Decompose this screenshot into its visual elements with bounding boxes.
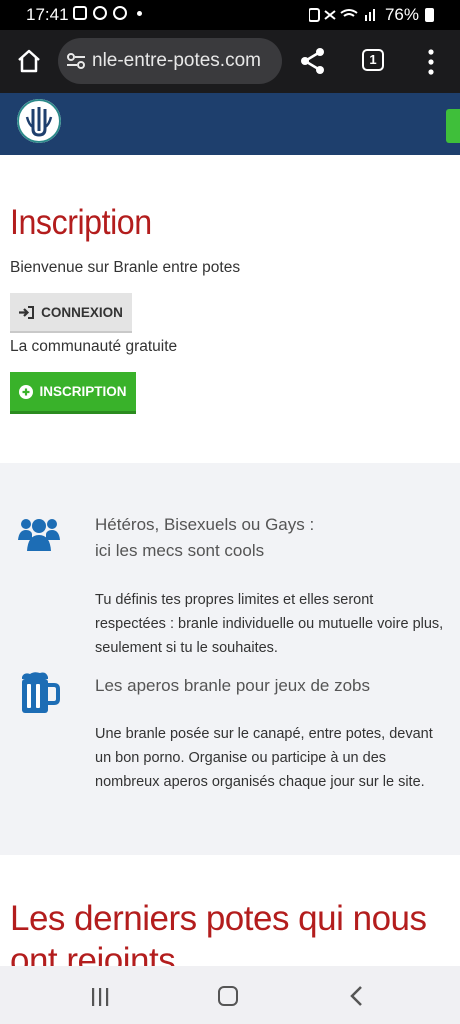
share-icon[interactable] <box>300 47 326 75</box>
status-bar: 17:41 76% <box>0 0 460 30</box>
page-title: Inscription <box>10 203 152 242</box>
browser-toolbar: nle-entre-potes.com 1 <box>0 30 460 93</box>
sim-icon <box>113 6 127 20</box>
battery-icon <box>425 8 434 22</box>
chat-icon <box>93 6 107 20</box>
back-icon[interactable] <box>349 985 363 1007</box>
recent-apps-icon[interactable] <box>90 988 110 1006</box>
feature-title-line: ici les mecs sont cools <box>95 541 265 560</box>
feature-title-line: Hétéros, Bisexuels ou Gays : <box>95 515 315 534</box>
site-header <box>0 93 460 155</box>
more-notifications-icon <box>137 10 142 16</box>
status-right: 76% <box>308 5 434 25</box>
signal-icons <box>308 8 375 22</box>
tabs-button[interactable]: 1 <box>362 49 384 71</box>
users-icon <box>18 519 60 551</box>
inscription-button[interactable]: INSCRIPTION <box>10 372 136 414</box>
inscription-label: INSCRIPTION <box>39 384 127 399</box>
site-logo[interactable] <box>17 99 61 143</box>
status-time: 17:41 <box>26 5 69 24</box>
url-text: nle-entre-potes.com <box>92 50 261 71</box>
more-menu-icon[interactable] <box>428 49 434 75</box>
tab-count: 1 <box>369 52 377 67</box>
home-icon[interactable] <box>16 48 42 74</box>
battery-percent: 76% <box>384 5 419 24</box>
feature-body: Tu définis tes propres limites et elles … <box>95 592 444 656</box>
gallery-icon <box>73 6 87 20</box>
plus-circle-icon <box>19 384 34 399</box>
feature-body: Une branle posée sur le canapé, entre po… <box>95 726 433 790</box>
sign-in-icon <box>19 305 35 319</box>
connexion-label: CONNEXION <box>41 304 123 320</box>
beer-mug-icon <box>22 672 60 713</box>
system-nav-bar <box>0 966 460 1024</box>
feature-title: Hétéros, Bisexuels ou Gays : ici les mec… <box>95 512 314 564</box>
feature-title: Les aperos branle pour jeux de zobs <box>95 676 371 695</box>
address-bar[interactable]: nle-entre-potes.com <box>58 38 282 84</box>
header-menu-button[interactable] <box>446 109 460 143</box>
notification-icons <box>73 6 142 20</box>
welcome-text: Bienvenue sur Branle entre potes <box>10 259 241 276</box>
features-section: Hétéros, Bisexuels ou Gays : ici les mec… <box>0 463 460 855</box>
home-nav-icon[interactable] <box>218 986 238 1006</box>
community-text: La communauté gratuite <box>10 338 178 355</box>
site-settings-icon[interactable] <box>66 51 86 71</box>
connexion-button[interactable]: CONNEXION <box>10 293 132 333</box>
